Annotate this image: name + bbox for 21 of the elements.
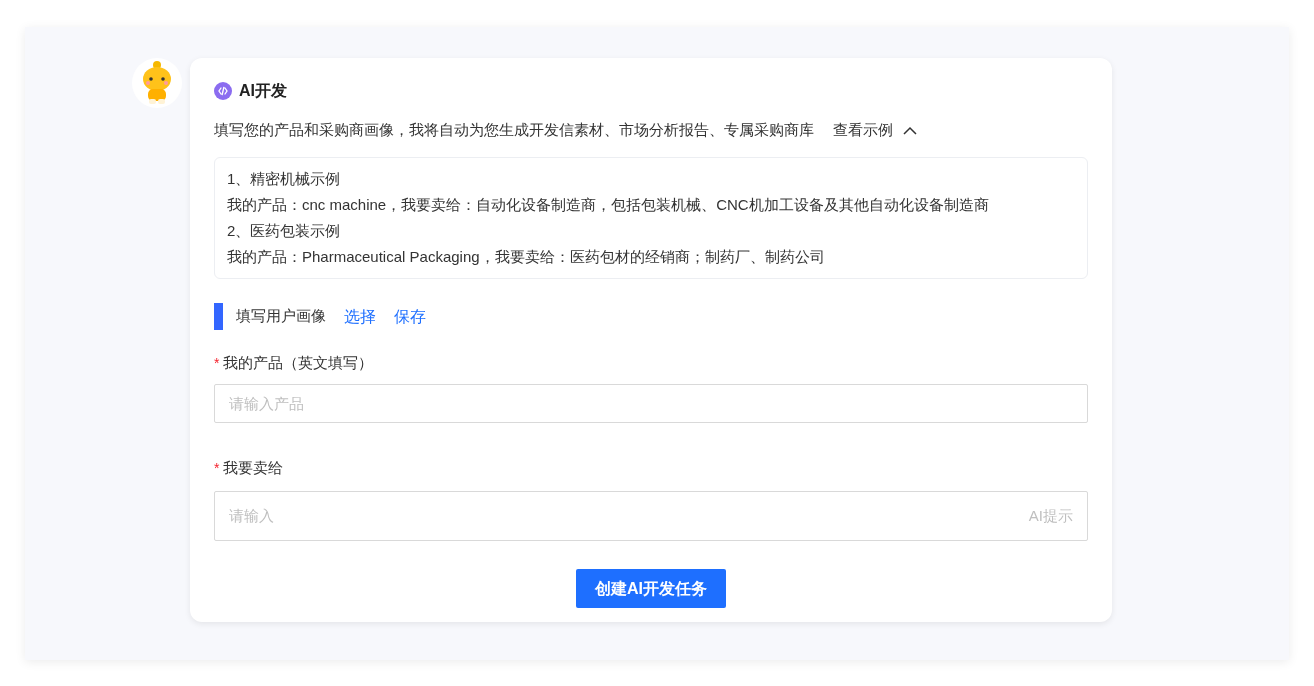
section-title: 填写用户画像 bbox=[236, 306, 326, 327]
chevron-icon bbox=[903, 125, 917, 135]
example-line: 我的产品：Pharmaceutical Packaging，我要卖给：医药包材的经销商；制药厂、制药公司 bbox=[227, 247, 826, 267]
code-icon bbox=[214, 82, 232, 100]
mascot-icon bbox=[140, 61, 174, 105]
required-mark: * bbox=[214, 458, 220, 478]
card-title: AI开发 bbox=[239, 81, 287, 101]
create-task-button[interactable]: 创建AI开发任务 bbox=[576, 569, 726, 608]
section-link[interactable]: 选择 bbox=[344, 304, 376, 329]
section-link[interactable]: 保存 bbox=[394, 304, 426, 329]
section-marker bbox=[214, 303, 223, 330]
field-label: 我的产品（英文填写） bbox=[223, 352, 374, 373]
required-mark: * bbox=[214, 353, 220, 373]
description-text: 填写您的产品和采购商画像，我将自动为您生成开发信素材、市场分析报告、专属采购商库 bbox=[214, 119, 814, 140]
example-line: 1、精密机械示例 bbox=[227, 169, 342, 189]
examples-toggle[interactable]: 查看示例 bbox=[833, 118, 917, 142]
buyer-input[interactable]: 请输入 bbox=[229, 504, 1029, 528]
field-label: 我要卖给 bbox=[223, 457, 284, 478]
example-line: 2、医药包装示例 bbox=[227, 221, 342, 241]
product-input[interactable]: 请输入产品 bbox=[214, 384, 1088, 423]
example-line: 我的产品：cnc machine，我要卖给：自动化设备制造商，包括包装机械、CNC机加工设备及其他自动化设备制造商 bbox=[227, 195, 990, 215]
